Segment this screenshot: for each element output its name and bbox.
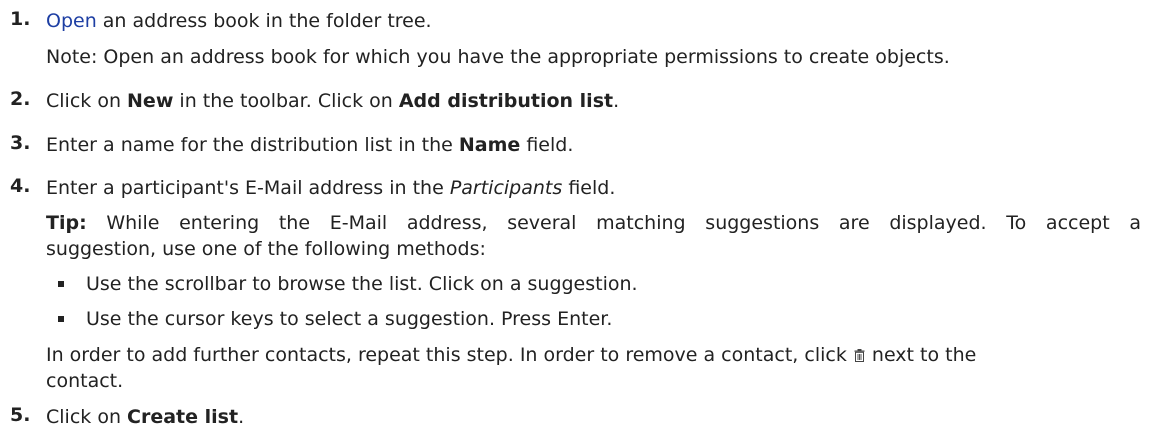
- participants-field-label: Participants: [449, 177, 563, 199]
- step-number: 5.: [10, 404, 31, 426]
- bullet-item: Use the scrollbar to browse the list. Cl…: [86, 273, 638, 295]
- open-link[interactable]: Open: [46, 10, 97, 32]
- bullet-marker: [58, 316, 64, 322]
- step-text-part: Click on: [46, 406, 128, 428]
- instruction-steps: 1. Open an address book in the folder tr…: [0, 0, 1153, 434]
- step-text: Click on Create list.: [46, 404, 244, 430]
- step-text-part: Enter a participant's E-Mail address in …: [46, 177, 450, 199]
- step-number: 1.: [10, 8, 31, 30]
- further-contacts-text: In order to add further contacts, repeat…: [46, 342, 976, 368]
- step-note: Note: Open an address book for which you…: [46, 46, 950, 68]
- step-text: Enter a name for the distribution list i…: [46, 132, 573, 158]
- step-text-part: field.: [562, 177, 616, 199]
- new-label: New: [127, 90, 174, 112]
- further-text-part: In order to add further contacts, repeat…: [46, 344, 853, 366]
- further-text-part: next to the: [865, 344, 977, 366]
- further-contacts-text-line-2: contact.: [46, 370, 124, 392]
- tip-text-line-1: Tip: While entering the E-Mail address, …: [46, 210, 1141, 236]
- tip-text-line-2: suggestion, use one of the following met…: [46, 238, 486, 260]
- add-distribution-list-label: Add distribution list: [398, 90, 614, 112]
- tip-label: Tip:: [46, 212, 87, 234]
- step-text-part: field.: [520, 134, 574, 156]
- step-text: Click on New in the toolbar. Click on Ad…: [46, 88, 619, 114]
- step-text-part: Enter a name for the distribution list i…: [46, 134, 459, 156]
- bullet-marker: [58, 281, 64, 287]
- step-text-part: in the toolbar. Click on: [173, 90, 399, 112]
- step-number: 3.: [10, 132, 31, 154]
- step-text-rest: an address book in the folder tree.: [96, 10, 432, 32]
- step-number: 4.: [10, 175, 31, 197]
- bullet-item: Use the cursor keys to select a suggesti…: [86, 308, 613, 330]
- step-text-part: .: [238, 406, 245, 428]
- step-text: Enter a participant's E-Mail address in …: [46, 175, 615, 201]
- step-text-part: Click on: [46, 90, 128, 112]
- trash-icon: [854, 343, 865, 362]
- name-field-label: Name: [458, 134, 521, 156]
- step-number: 2.: [10, 88, 31, 110]
- step-text-part: .: [613, 90, 620, 112]
- create-list-label: Create list: [127, 406, 239, 428]
- tip-text: While entering the E-Mail address, sever…: [86, 212, 1141, 234]
- step-text: Open an address book in the folder tree.: [46, 8, 432, 34]
